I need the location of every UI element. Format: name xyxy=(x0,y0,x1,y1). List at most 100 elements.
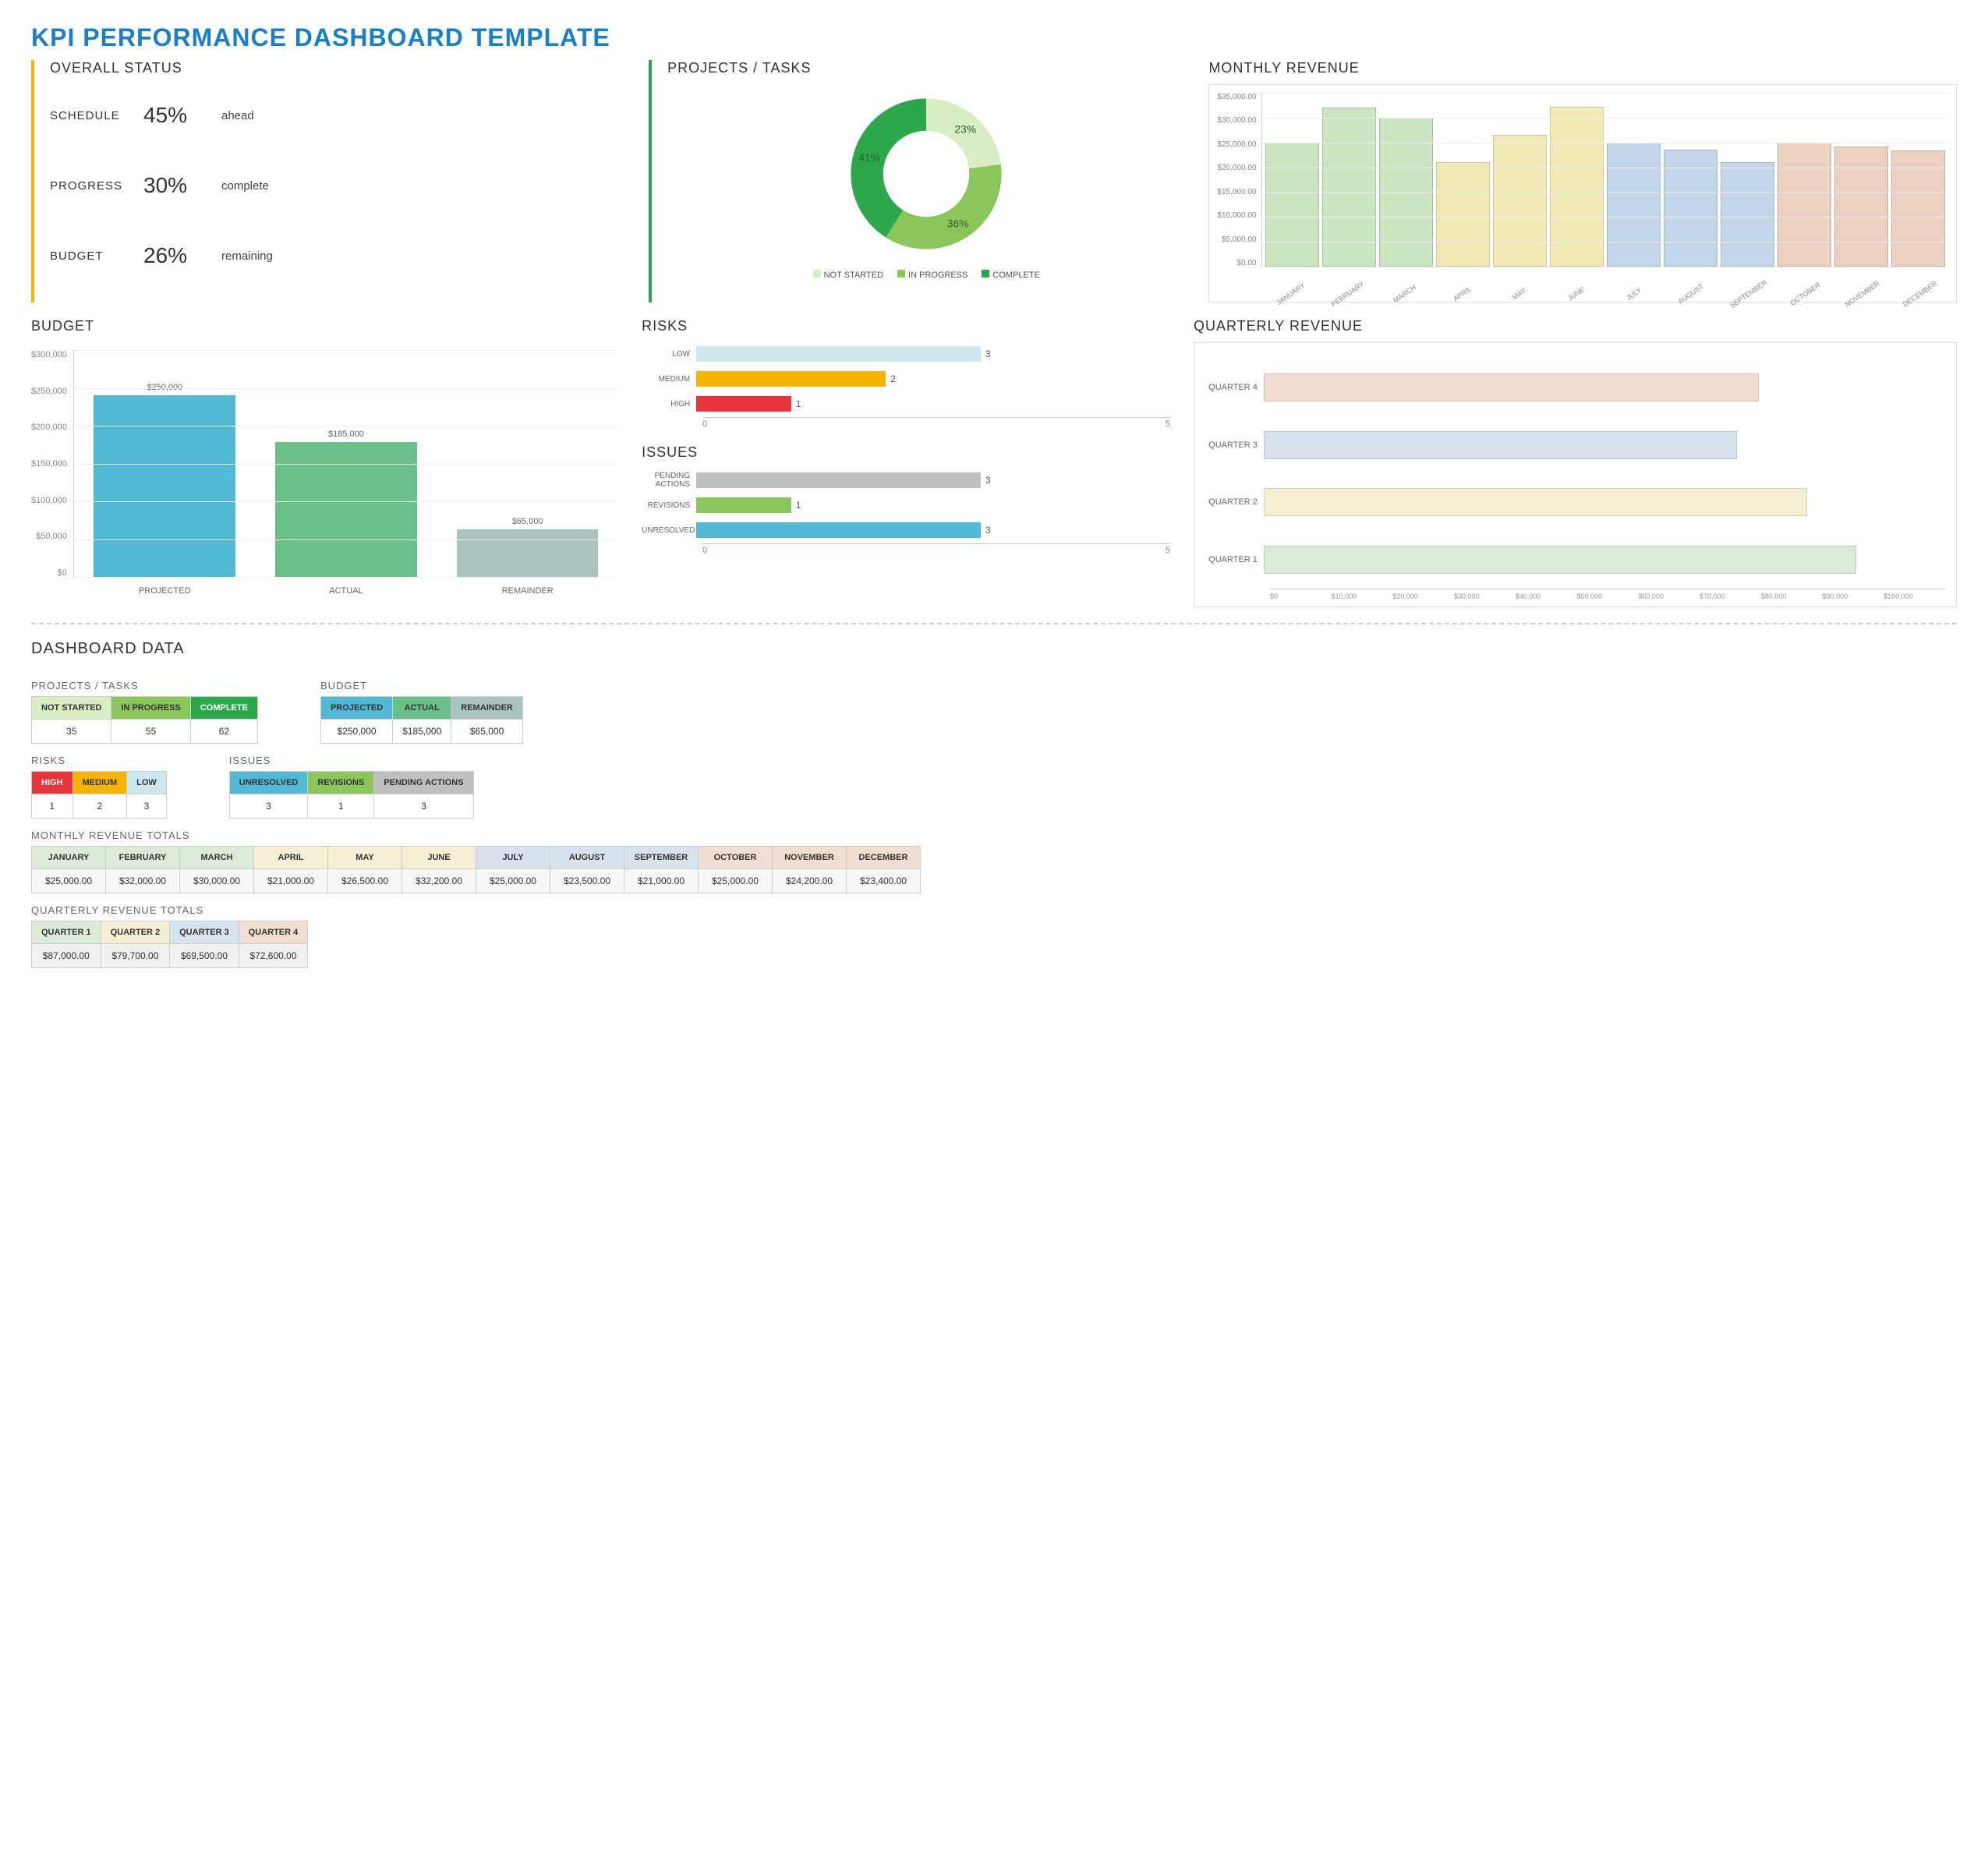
th: NOVEMBER xyxy=(773,847,847,869)
hbar-value: 3 xyxy=(981,522,991,538)
ytick: $20,000.00 xyxy=(1217,164,1256,172)
ytick: $250,000 xyxy=(31,387,67,396)
xlabel: AUGUST xyxy=(1665,274,1717,313)
risks-issues-card: RISKS LOW3MEDIUM2HIGH105 ISSUES PENDING … xyxy=(642,318,1170,607)
bar-value: $185,000 xyxy=(328,430,364,439)
td: 1 xyxy=(32,794,73,819)
hbar-row: LOW 3 xyxy=(642,342,1170,366)
xlabel: JANUARY xyxy=(1265,274,1316,313)
bar-wrap: $185,000 xyxy=(275,430,417,577)
dashboard-data-heading: DASHBOARD DATA xyxy=(31,640,1957,658)
status-row: SCHEDULE45%ahead xyxy=(50,84,625,147)
td: 3 xyxy=(127,794,167,819)
ytick: $50,000 xyxy=(31,532,67,541)
td: $32,200.00 xyxy=(402,869,476,893)
donut-label: 41% xyxy=(859,151,881,163)
hbar-value: 1 xyxy=(791,396,801,412)
th: MAY xyxy=(328,847,402,869)
td: 35 xyxy=(32,720,111,744)
th: MEDIUM xyxy=(73,772,127,794)
bar xyxy=(1436,162,1490,267)
qr-label: QUARTER 1 xyxy=(1205,555,1264,564)
dd-projects-heading: PROJECTS / TASKS xyxy=(31,680,258,691)
qr-bar xyxy=(1264,431,1737,459)
th: COMPLETE xyxy=(190,697,257,720)
issues-chart: PENDING ACTIONS3REVISIONS1UNRESOLVED305 xyxy=(642,469,1170,555)
table-projects: NOT STARTEDIN PROGRESSCOMPLETE355562 xyxy=(31,696,258,744)
td: 55 xyxy=(111,720,190,744)
quarterly-revenue-heading: QUARTERLY REVENUE xyxy=(1194,318,1957,334)
th: MARCH xyxy=(180,847,254,869)
td: $25,000.00 xyxy=(476,869,550,893)
donut-legend: NOT STARTEDIN PROGRESSCOMPLETE xyxy=(813,270,1040,280)
budget-card: BUDGET $300,000$250,000$200,000$150,000$… xyxy=(31,318,618,607)
hbar-value: 3 xyxy=(981,346,991,362)
td: $32,000.00 xyxy=(106,869,180,893)
hbar-value: 1 xyxy=(791,497,801,513)
ytick: $5,000.00 xyxy=(1217,235,1256,244)
bar xyxy=(1322,108,1376,267)
td: $185,000 xyxy=(393,720,451,744)
xlabel: PROJECTED xyxy=(94,586,235,596)
overall-status-card: OVERALL STATUS SCHEDULE45%aheadPROGRESS3… xyxy=(31,60,625,302)
hbar-label: HIGH xyxy=(642,400,696,409)
th: QUARTER 4 xyxy=(239,921,308,944)
hbar-label: LOW xyxy=(642,350,696,359)
qr-bar xyxy=(1264,373,1759,401)
bar xyxy=(457,529,599,577)
bar xyxy=(1721,162,1774,267)
ytick: $0.00 xyxy=(1217,259,1256,267)
status-label: BUDGET xyxy=(50,249,143,263)
hbar-bar xyxy=(696,371,886,387)
legend-item: NOT STARTED xyxy=(813,270,883,280)
th: AUGUST xyxy=(550,847,624,869)
hbar-row: REVISIONS 1 xyxy=(642,493,1170,517)
td: 2 xyxy=(73,794,127,819)
quarterly-revenue-card: QUARTERLY REVENUE QUARTER 4QUARTER 3QUAR… xyxy=(1194,318,1957,607)
th: PROJECTED xyxy=(320,697,392,720)
monthly-revenue-heading: MONTHLY REVENUE xyxy=(1208,60,1957,76)
top-row: OVERALL STATUS SCHEDULE45%aheadPROGRESS3… xyxy=(31,60,1957,302)
dd-issues-heading: ISSUES xyxy=(229,755,474,766)
donut-label: 36% xyxy=(947,218,969,230)
td: 3 xyxy=(229,794,308,819)
xlabel: ACTUAL xyxy=(275,586,417,596)
risks-chart: LOW3MEDIUM2HIGH105 xyxy=(642,342,1170,429)
table-budget: PROJECTEDACTUALREMAINDER$250,000$185,000… xyxy=(320,696,523,744)
qr-bar xyxy=(1264,546,1856,574)
hbar-row: HIGH 1 xyxy=(642,392,1170,416)
page-title: KPI PERFORMANCE DASHBOARD TEMPLATE xyxy=(31,23,1957,52)
status-row: BUDGET26%remaining xyxy=(50,225,625,287)
td: $21,000.00 xyxy=(254,869,328,893)
hbar-bar xyxy=(696,497,791,513)
projects-heading: PROJECTS / TASKS xyxy=(667,60,1185,76)
status-value: 26% xyxy=(143,243,221,268)
status-row: PROGRESS30%complete xyxy=(50,154,625,217)
th: JUNE xyxy=(402,847,476,869)
hbar-label: MEDIUM xyxy=(642,375,696,384)
bar xyxy=(1834,147,1888,267)
xlabel: FEBRUARY xyxy=(1322,274,1374,313)
th: SEPTEMBER xyxy=(624,847,699,869)
status-value: 45% xyxy=(143,103,221,128)
ytick: $30,000.00 xyxy=(1217,116,1256,125)
hbar-label: REVISIONS xyxy=(642,501,696,510)
th: APRIL xyxy=(254,847,328,869)
dd-risks-heading: RISKS xyxy=(31,755,167,766)
xlabel: NOVEMBER xyxy=(1837,274,1888,313)
status-desc: complete xyxy=(221,179,269,193)
projects-donut-chart: 23%36%41% xyxy=(837,84,1016,263)
xlabel: OCTOBER xyxy=(1780,274,1831,313)
xlabel: JUNE xyxy=(1551,274,1602,313)
table-risks: HIGHMEDIUMLOW123 xyxy=(31,771,167,819)
legend-item: IN PROGRESS xyxy=(897,270,967,280)
ytick: $300,000 xyxy=(31,350,67,359)
table-quarterly: QUARTER 1QUARTER 2QUARTER 3QUARTER 4$87,… xyxy=(31,921,308,968)
td: $72,600.00 xyxy=(239,944,308,968)
bar-wrap: $250,000 xyxy=(94,383,235,577)
qr-row: QUARTER 2 xyxy=(1205,474,1945,532)
xlabel: DECEMBER xyxy=(1894,274,1945,313)
th: JANUARY xyxy=(32,847,106,869)
hbar-row: MEDIUM2 xyxy=(642,367,1170,391)
monthly-revenue-chart: $35,000.00$30,000.00$25,000.00$20,000.00… xyxy=(1208,84,1957,302)
